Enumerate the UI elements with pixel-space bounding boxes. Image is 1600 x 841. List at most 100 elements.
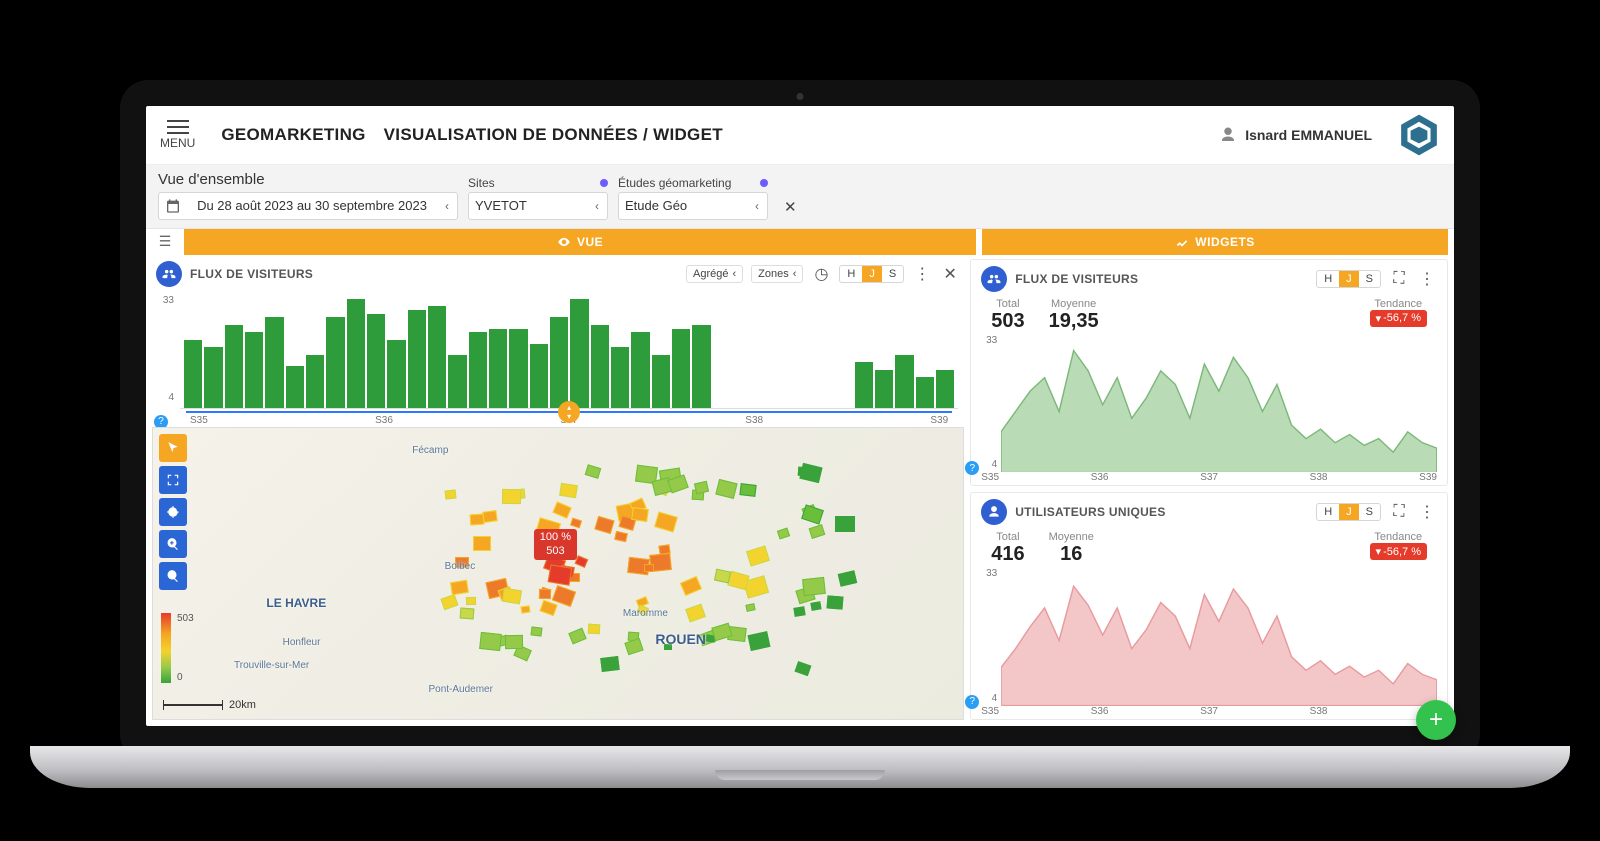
locate-tool[interactable]	[159, 498, 187, 526]
menu-button[interactable]: MENU	[160, 120, 195, 150]
hjs-toggle[interactable]: H J S	[839, 265, 904, 283]
close-icon[interactable]: ✕	[940, 264, 960, 284]
map-popup: 100 %503	[534, 529, 577, 559]
city-lehavre: LE HAVRE	[266, 596, 326, 610]
chart-line-icon	[1175, 235, 1189, 249]
content: FLUX DE VISITEURS Agrégé‹ Zones‹ ◷ H J S…	[146, 255, 1454, 726]
tab-vue-label: VUE	[577, 235, 603, 249]
chevron-left-icon[interactable]: ‹	[753, 199, 761, 213]
city-pontaudemer: Pont-Audemer	[428, 684, 492, 695]
user-name: Isnard EMMANUEL	[1245, 127, 1372, 143]
trend-badge: ▾ -56,7 %	[1370, 310, 1427, 327]
camera-dot	[797, 93, 804, 100]
widget-flux: FLUX DE VISITEURS HJS ⛶ ⋮ Total503 Moyen…	[970, 259, 1448, 487]
eye-icon	[557, 235, 571, 249]
list-icon[interactable]: ☰	[152, 229, 178, 255]
etudes-filter: Études géomarketing Etude Géo ‹	[618, 176, 768, 220]
chevron-left-icon[interactable]: ‹	[593, 199, 601, 213]
options-icon[interactable]: ⋮	[1417, 502, 1437, 522]
tab-widgets-label: WIDGETS	[1195, 235, 1255, 249]
bars	[180, 299, 958, 409]
expand-icon[interactable]: ⛶	[1389, 269, 1409, 289]
options-icon[interactable]: ⋮	[1417, 269, 1437, 289]
left-column: FLUX DE VISITEURS Agrégé‹ Zones‹ ◷ H J S…	[152, 259, 964, 720]
slider-handle[interactable]: ▴▾	[558, 401, 580, 423]
widget-users-stats: Total416 Moyenne16 Tendance▾ -56,7 %	[977, 527, 1441, 568]
group-icon	[981, 266, 1007, 292]
widget-users-header: UTILISATEURS UNIQUES HJS ⛶ ⋮	[977, 497, 1441, 527]
city-rouen: ROUEN	[655, 631, 706, 647]
crumb-geomarketing[interactable]: GEOMARKETING	[221, 125, 365, 145]
widget-users-chart: 33 4	[977, 568, 1441, 706]
filter-bar: Vue d'ensemble Du 28 août 2023 au 30 sep…	[146, 165, 1454, 229]
date-range-select[interactable]: Du 28 août 2023 au 30 septembre 2023 ‹	[158, 192, 458, 220]
widget-flux-header: FLUX DE VISITEURS HJS ⛶ ⋮	[977, 264, 1441, 294]
view-selector: Vue d'ensemble Du 28 août 2023 au 30 sep…	[158, 171, 458, 220]
toggle-s[interactable]: S	[882, 266, 903, 282]
sites-filter: Sites YVETOT ‹	[468, 176, 608, 220]
user-chip[interactable]: Isnard EMMANUEL	[1219, 126, 1372, 144]
map-tools	[159, 434, 187, 590]
city-honfleur: Honfleur	[283, 637, 321, 648]
sites-select[interactable]: YVETOT ‹	[468, 192, 608, 220]
expand-icon[interactable]: ⛶	[1389, 502, 1409, 522]
city-bolbec: Bolbec	[445, 561, 476, 572]
bar-chart: 33 4 ▴▾ S35 S36 S37 S38 S39 ?	[152, 293, 964, 423]
hjs-toggle[interactable]: HJS	[1316, 270, 1381, 288]
hamburger-icon	[167, 120, 189, 134]
widget-users-title: UTILISATEURS UNIQUES	[1015, 505, 1165, 519]
trend-badge: ▾ -56,7 %	[1370, 543, 1427, 560]
toggle-h[interactable]: H	[840, 266, 862, 282]
bullet-icon	[760, 179, 768, 187]
zones-select[interactable]: Zones‹	[751, 265, 803, 283]
laptop-frame: MENU GEOMARKETING VISUALISATION DE DONNÉ…	[120, 80, 1480, 762]
user-icon	[1219, 126, 1237, 144]
time-slider[interactable]: ▴▾	[186, 411, 952, 413]
zoom-in-tool[interactable]	[159, 530, 187, 558]
right-column: FLUX DE VISITEURS HJS ⛶ ⋮ Total503 Moyen…	[970, 259, 1448, 720]
sites-label: Sites	[468, 176, 495, 190]
chevron-left-icon[interactable]: ‹	[443, 199, 451, 213]
cursor-tool[interactable]	[159, 434, 187, 462]
zoom-out-tool[interactable]	[159, 562, 187, 590]
flux-panel-header: FLUX DE VISITEURS Agrégé‹ Zones‹ ◷ H J S…	[152, 259, 964, 289]
options-icon[interactable]: ⋮	[912, 264, 932, 284]
widget-users: UTILISATEURS UNIQUES HJS ⛶ ⋮ Total416 Mo…	[970, 492, 1448, 720]
map-scale: 20km	[163, 699, 256, 711]
tab-bar: ☰ VUE WIDGETS	[146, 229, 1454, 255]
calendar-icon	[165, 198, 181, 214]
fullscreen-tool[interactable]	[159, 466, 187, 494]
city-trouville: Trouville-sur-Mer	[234, 660, 309, 671]
toggle-j[interactable]: J	[862, 266, 882, 282]
crumb-visualisation[interactable]: VISUALISATION DE DONNÉES / WIDGET	[384, 125, 723, 145]
clock-icon[interactable]: ◷	[811, 264, 831, 284]
agg-select[interactable]: Agrégé‹	[686, 265, 743, 283]
etudes-select[interactable]: Etude Géo ‹	[618, 192, 768, 220]
app-logo	[1398, 114, 1440, 156]
tab-widgets[interactable]: WIDGETS	[982, 229, 1448, 255]
hjs-toggle[interactable]: HJS	[1316, 503, 1381, 521]
etudes-label: Études géomarketing	[618, 176, 731, 190]
city-maromme: Maromme	[623, 608, 668, 619]
tab-vue[interactable]: VUE	[184, 229, 976, 255]
widget-flux-title: FLUX DE VISITEURS	[1015, 272, 1138, 286]
app-screen: MENU GEOMARKETING VISUALISATION DE DONNÉ…	[146, 106, 1454, 726]
etudes-value: Etude Géo	[625, 198, 745, 213]
map[interactable]: 100 %503 LE HAVRE ROUEN Fécamp Bolbec Tr…	[152, 427, 964, 720]
y-max: 33	[156, 295, 174, 306]
view-title: Vue d'ensemble	[158, 171, 458, 188]
laptop-base	[30, 746, 1570, 788]
menu-label: MENU	[160, 136, 195, 150]
group-icon	[156, 261, 182, 287]
widget-flux-stats: Total503 Moyenne19,35 Tendance▾ -56,7 %	[977, 294, 1441, 335]
widget-flux-chart: 33 4	[977, 335, 1441, 473]
topbar: MENU GEOMARKETING VISUALISATION DE DONNÉ…	[146, 106, 1454, 165]
bullet-icon	[600, 179, 608, 187]
city-fecamp: Fécamp	[412, 445, 448, 456]
breadcrumb: GEOMARKETING VISUALISATION DE DONNÉES / …	[221, 125, 723, 145]
help-icon[interactable]: ?	[965, 695, 979, 709]
map-legend: 5030	[161, 613, 194, 683]
date-range-text: Du 28 août 2023 au 30 septembre 2023	[189, 198, 435, 213]
y-min: 4	[156, 392, 174, 403]
clear-filter-button[interactable]: ✕	[778, 194, 803, 220]
